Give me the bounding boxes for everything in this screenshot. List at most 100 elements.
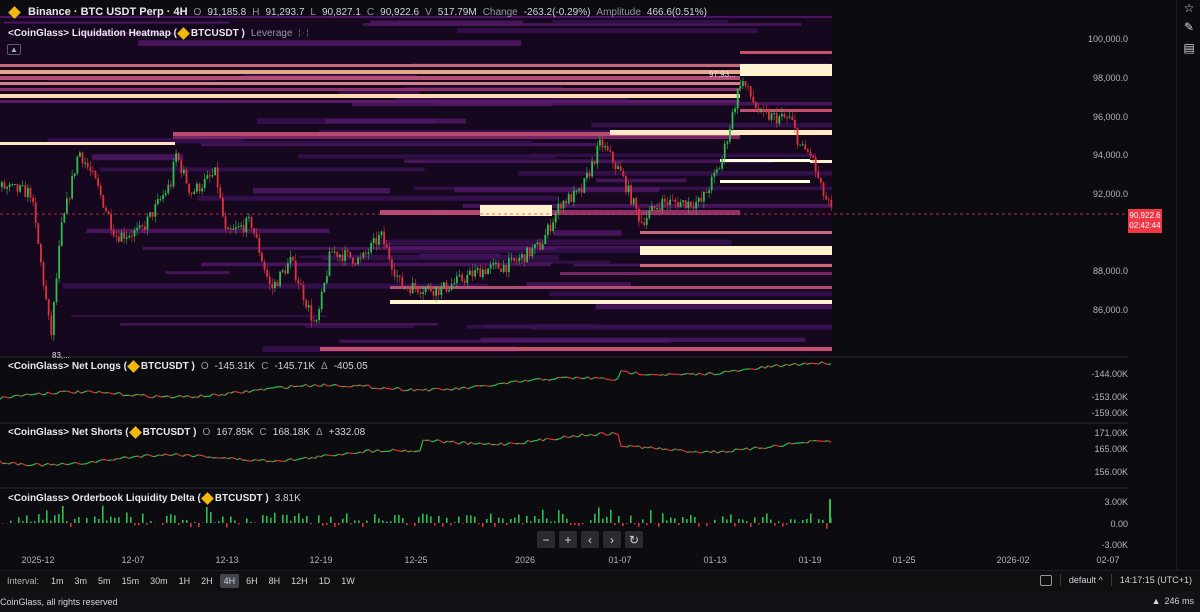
net-shorts-line [290,458,295,462]
net-shorts-line [671,448,676,452]
reset-chart-button[interactable]: ↻ [625,531,643,548]
candle [830,200,833,207]
interval-1m[interactable]: 1m [47,574,68,588]
net-longs-line [11,394,16,398]
net-shorts-line [170,453,175,457]
ob-delta-bar [698,523,700,527]
net-shorts-title[interactable]: <CoinGlass> Net Shorts ( [8,427,129,438]
ob-delta-bar [650,510,652,523]
interval-3m[interactable]: 3m [71,574,92,588]
ob-delta-bar [346,513,348,523]
candle [172,162,175,187]
net-shorts-line [389,448,394,452]
zoom-in-button[interactable]: + [559,531,577,548]
time-axis[interactable]: 2025-12 12-07 12-13 12-19 12-25 2026 01-… [0,555,1128,569]
edit-icon[interactable]: ✎ [1183,21,1195,33]
net-shorts-line [617,434,622,447]
heatmap-band [553,230,622,236]
net-longs-title[interactable]: <CoinGlass> Net Longs ( [8,361,127,372]
ob-delta-symbol: BTCUSDT [214,493,263,504]
net-longs-line [152,394,157,399]
interval-6h[interactable]: 6H [242,574,262,588]
interval-1h[interactable]: 1H [175,574,195,588]
bookmark-icon[interactable]: ▤ [1183,42,1195,54]
candle [461,274,463,281]
candle [86,162,89,168]
ob-delta-bar [94,516,96,523]
scroll-right-button[interactable]: › [603,531,621,548]
candle [11,184,14,186]
net-longs-line [44,391,49,395]
interval-4h[interactable]: 4H [219,573,240,588]
interval-12h[interactable]: 12H [287,574,312,588]
candle [656,208,658,210]
candle [154,204,157,217]
ob-delta-bar [642,519,644,523]
ob-delta-title[interactable]: <CoinGlass> Orderbook Liquidity Delta ( [8,493,201,504]
interval-1d[interactable]: 1D [315,574,335,588]
interval-15m[interactable]: 15m [118,574,144,588]
ob-delta-bar [438,515,440,523]
star-icon[interactable]: ☆ [1183,2,1195,14]
net-shorts-line [506,442,511,445]
layout-select[interactable]: default ^ [1069,575,1103,585]
net-longs-line [224,392,229,396]
heatmap-band [71,315,327,318]
clock[interactable]: 14:17:15 (UTC+1) [1120,575,1192,585]
symbol-title[interactable]: Binance · BTC USDT Perp · 4H [28,6,188,18]
net-longs-line [305,383,310,388]
net-shorts-line [581,433,586,437]
leverage-label[interactable]: Leverage [251,28,293,39]
net-shorts-line [464,441,469,446]
heatmap-band [560,272,832,275]
net-longs-line [392,387,397,391]
ob-delta-bar [530,521,532,523]
net-shorts-line [131,455,136,458]
net-longs-line [197,394,202,398]
net-shorts-line [239,457,244,461]
interval-30m[interactable]: 30m [146,574,172,588]
interval-2h[interactable]: 2H [197,574,217,588]
net-shorts-line [614,432,619,435]
net-longs-tick: -144.00K [1091,369,1128,379]
candle [664,198,666,203]
chart-canvas[interactable] [0,0,1176,570]
ob-delta-bar [450,523,452,526]
candle [120,232,123,242]
net-shorts-symbol: BTCUSDT [142,427,191,438]
heatmap-band [0,88,740,91]
heatmap-band [640,264,832,267]
candle [596,145,599,164]
ob-delta-bar [574,523,576,525]
net-longs-line [773,364,778,367]
ob-delta-bar [446,517,448,523]
candle [248,217,250,219]
candle [593,161,596,164]
net-longs-line [521,379,526,383]
candle [476,268,479,270]
net-longs-line [320,383,325,387]
net-longs-line [533,378,538,380]
candle [526,247,528,263]
interval-8h[interactable]: 8H [265,574,285,588]
candle [814,157,817,172]
heatmap-title[interactable]: <CoinGlass> Liquidation Heatmap ( [8,28,177,39]
ob-delta-bar [310,523,312,525]
collapse-legend-button[interactable]: ▲ [7,44,21,55]
leverage-slider-icon[interactable]: ¦ · ¦ [299,30,309,37]
interval-5m[interactable]: 5m [94,574,115,588]
interval-1w[interactable]: 1W [337,574,359,588]
ob-delta-bar [829,499,831,523]
scroll-left-button[interactable]: ‹ [581,531,599,548]
net-longs-line [137,393,142,396]
net-shorts-line [269,460,274,463]
chart-area[interactable]: Binance · BTC USDT Perp · 4H O 91,185.8 H… [0,0,1176,570]
ob-delta-bar [62,506,64,523]
ob-delta-bar [522,523,524,525]
zoom-out-button[interactable]: − [537,531,555,548]
net-longs-line [545,378,550,381]
candle [393,269,396,277]
net-longs-line [359,384,364,387]
fullscreen-icon[interactable] [1039,574,1052,586]
candle [328,251,331,276]
